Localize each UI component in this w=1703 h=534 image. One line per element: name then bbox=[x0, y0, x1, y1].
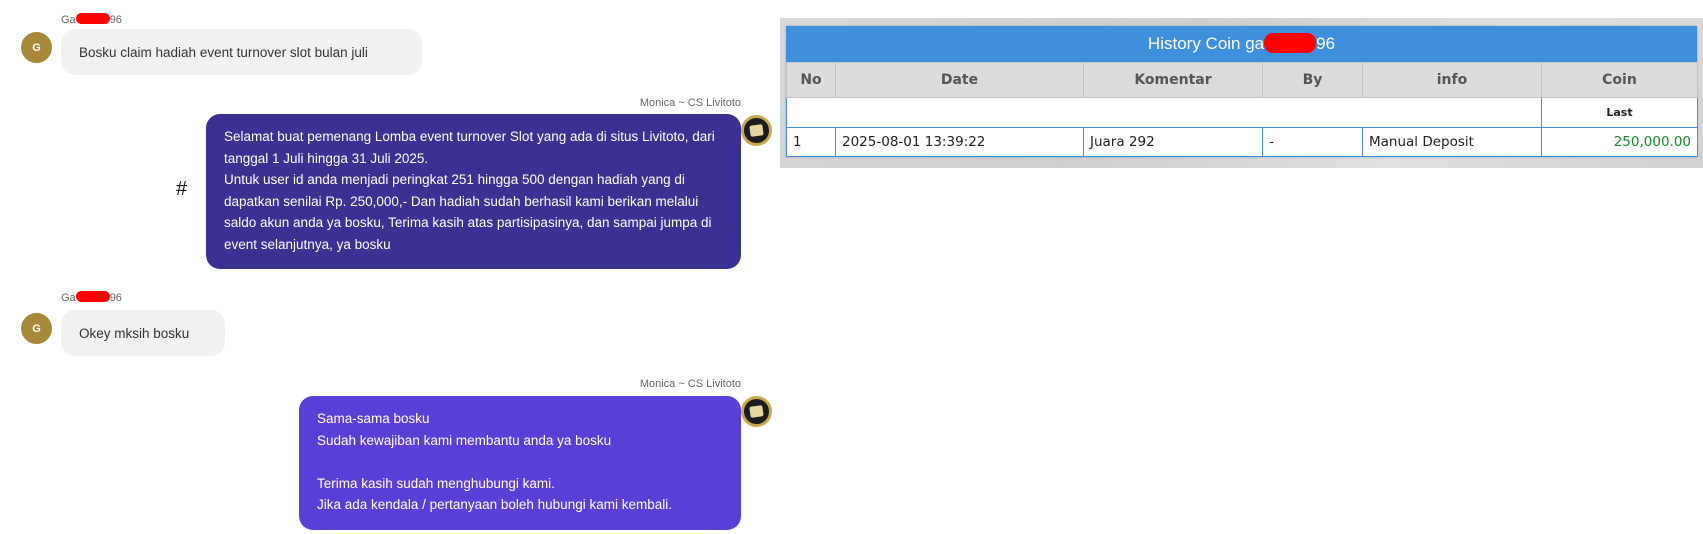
cell-coin: 250,000.00 bbox=[1541, 127, 1698, 157]
user-initial: G bbox=[32, 41, 41, 54]
cell-info: Manual Deposit bbox=[1362, 127, 1542, 157]
subheader-empty-cell bbox=[786, 97, 1542, 128]
agent-logo-icon bbox=[749, 405, 764, 418]
user-message-bubble: Okey mksih bosku bbox=[61, 310, 225, 356]
column-header-no: No bbox=[786, 62, 836, 98]
agent-message-bubble: Sama-sama bosku Sudah kewajiban kami mem… bbox=[299, 396, 741, 530]
agent-avatar bbox=[741, 396, 772, 427]
hash-mark: # bbox=[176, 178, 188, 200]
user-message-bubble: Bosku claim hadiah event turnover slot b… bbox=[61, 29, 422, 75]
subheader-last: Last bbox=[1541, 97, 1698, 128]
column-header-by: By bbox=[1262, 62, 1363, 98]
cell-no: 1 bbox=[786, 127, 836, 157]
history-title-suffix: 96 bbox=[1316, 34, 1336, 53]
user-name-prefix: Ga bbox=[61, 292, 76, 304]
agent-message-bubble: Selamat buat pemenang Lomba event turnov… bbox=[206, 114, 741, 269]
user-name-label: Ga 96 bbox=[61, 13, 122, 26]
agent-name-label: Monica ~ CS Livitoto bbox=[639, 97, 741, 109]
user-avatar: G bbox=[21, 32, 52, 63]
column-header-coin: Coin bbox=[1541, 62, 1698, 98]
user-name-suffix: 96 bbox=[109, 14, 122, 26]
message-text: Okey mksih bosku bbox=[79, 325, 190, 341]
redaction-mark bbox=[75, 13, 110, 24]
history-title-prefix: History Coin ga bbox=[1147, 34, 1265, 53]
history-coin-table: No Date Komentar By info Coin Last 1 202… bbox=[786, 62, 1698, 157]
history-coin-panel: History Coin ga 96 No Date Komentar By in… bbox=[780, 18, 1703, 168]
table-subheader-row: Last bbox=[786, 97, 1698, 128]
column-header-info: info bbox=[1362, 62, 1542, 98]
redaction-mark bbox=[75, 291, 110, 302]
agent-logo-icon bbox=[749, 124, 764, 137]
user-initial: G bbox=[32, 322, 41, 335]
message-text: Bosku claim hadiah event turnover slot b… bbox=[79, 44, 368, 60]
cell-komentar: Juara 292 bbox=[1083, 127, 1263, 157]
cell-by: - bbox=[1262, 127, 1363, 157]
history-coin-table-wrapper: History Coin ga 96 No Date Komentar By in… bbox=[786, 26, 1698, 157]
history-coin-title: History Coin ga 96 bbox=[786, 26, 1697, 62]
column-header-date: Date bbox=[835, 62, 1084, 98]
user-avatar: G bbox=[21, 313, 52, 344]
table-header-row: No Date Komentar By info Coin bbox=[786, 62, 1698, 98]
stage: { "chat": { "user_name_prefix": "Ga", "u… bbox=[0, 0, 1703, 534]
user-name-label: Ga 96 bbox=[61, 291, 122, 304]
table-row: 1 2025-08-01 13:39:22 Juara 292 - Manual… bbox=[786, 127, 1698, 157]
agent-avatar bbox=[741, 115, 772, 146]
column-header-komentar: Komentar bbox=[1083, 62, 1263, 98]
user-name-prefix: Ga bbox=[61, 14, 76, 26]
user-name-suffix: 96 bbox=[109, 292, 122, 304]
cell-date: 2025-08-01 13:39:22 bbox=[835, 127, 1084, 157]
redaction-mark bbox=[1264, 33, 1317, 53]
agent-name-label: Monica ~ CS Livitoto bbox=[639, 378, 741, 390]
